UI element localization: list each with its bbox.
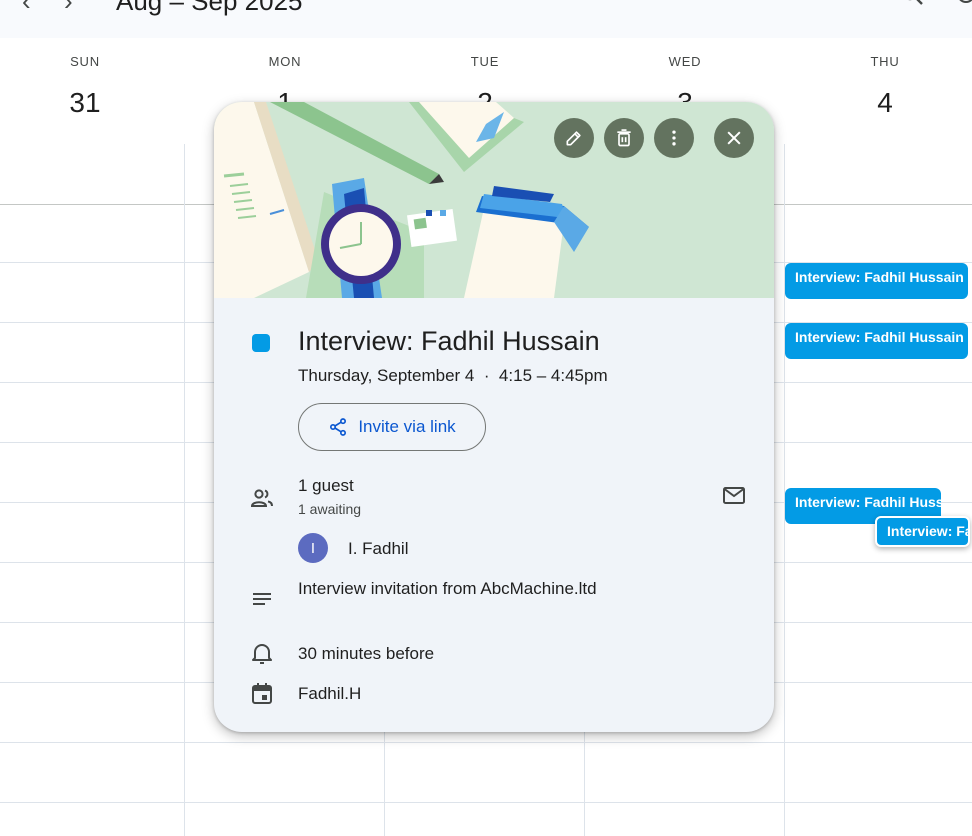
people-icon [250, 489, 273, 507]
chevron-left-icon: ‹ [22, 0, 31, 16]
help-icon [959, 0, 972, 3]
search-icon [908, 0, 923, 5]
search-button[interactable] [900, 0, 926, 15]
guest-avatar[interactable]: I [298, 533, 328, 563]
share-icon [330, 418, 347, 436]
prev-week-button[interactable]: ‹ [22, 0, 31, 17]
calendar-icon [252, 683, 272, 704]
email-guests-button[interactable] [722, 486, 746, 511]
event-details-popup: Interview: Fadhil Hussain Thursday, Sept… [214, 102, 774, 732]
guest-name[interactable]: I. Fadhil [348, 539, 408, 559]
calendar-event[interactable]: Interview: Fadhil Hussain [785, 263, 968, 299]
edit-event-button[interactable] [554, 118, 594, 158]
notes-icon [253, 593, 271, 605]
day-number[interactable]: 31 [0, 87, 185, 119]
trash-icon [617, 129, 631, 147]
day-of-week: TUE [470, 54, 500, 69]
pencil-icon [566, 131, 581, 146]
event-datetime: Thursday, September 4 · 4:15 – 4:45pm [298, 366, 608, 385]
mail-icon [723, 487, 745, 504]
delete-event-button[interactable] [604, 118, 644, 158]
calendar-owner: Fadhil.H [298, 684, 362, 703]
event-color-chip [252, 334, 270, 352]
help-button[interactable] [956, 0, 972, 15]
guest-status: 1 awaiting [298, 501, 362, 517]
day-number[interactable]: 4 [785, 87, 972, 119]
next-week-button[interactable]: › [64, 0, 73, 17]
bell-icon [252, 644, 272, 664]
guest-count: 1 guest [298, 476, 354, 495]
more-vert-icon [672, 130, 676, 146]
day-of-week: THU [870, 54, 900, 69]
calendar-event[interactable]: Interview: Fadhil Hussain [785, 323, 968, 359]
day-of-week: MON [268, 54, 302, 69]
invite-via-link-label: Invite via link [358, 417, 456, 436]
reminder-text: 30 minutes before [298, 644, 435, 663]
close-popup-button[interactable] [714, 118, 754, 158]
day-column-line [184, 144, 185, 836]
close-icon [727, 131, 741, 145]
chevron-right-icon: › [64, 0, 73, 16]
invite-via-link-button[interactable]: Invite via link [298, 403, 486, 451]
day-header-thu[interactable]: THU 4 [785, 54, 972, 119]
calendar-toolbar: ‹ › Aug – Sep 2025 [0, 0, 972, 38]
event-title: Interview: Fadhil Hussain [298, 326, 600, 356]
date-range-title: Aug – Sep 2025 [116, 0, 303, 16]
hour-line [0, 802, 972, 803]
day-header-sun[interactable]: SUN 31 [0, 54, 185, 119]
calendar-event-drag-preview[interactable]: Interview: Fadhil Hussain [875, 516, 970, 547]
day-of-week: WED [668, 54, 702, 69]
event-description: Interview invitation from AbcMachine.ltd [298, 579, 597, 598]
day-of-week: SUN [70, 54, 100, 69]
more-options-button[interactable] [654, 118, 694, 158]
hour-line [0, 742, 972, 743]
